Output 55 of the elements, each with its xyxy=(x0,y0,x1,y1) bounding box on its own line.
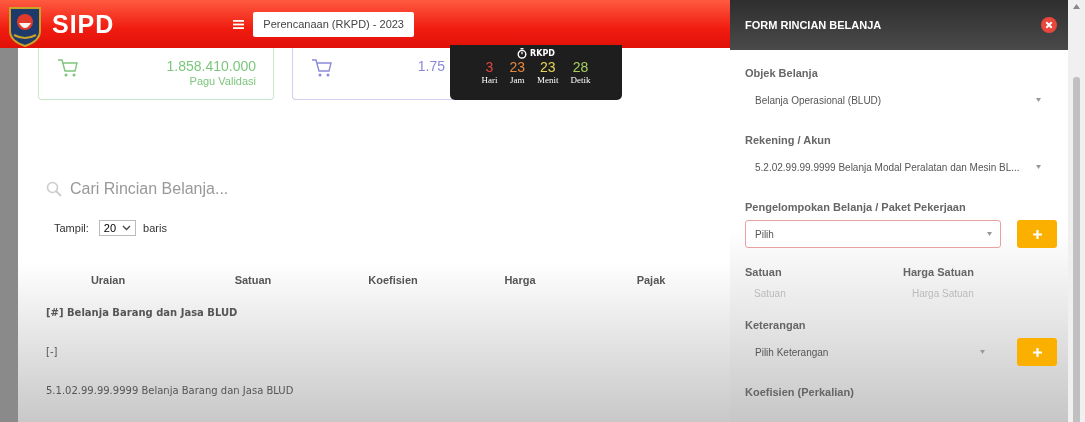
cart-icon xyxy=(311,58,333,78)
countdown-unit: Hari xyxy=(481,75,498,85)
amount: 1.858.410.000 xyxy=(166,58,256,74)
column-header[interactable]: Koefisien xyxy=(328,274,458,286)
table-cell: [-] xyxy=(46,346,58,357)
field-label: Rekening / Akun xyxy=(745,134,832,146)
table-cell: [#] Belanja Barang dan Jasa BLUD xyxy=(46,307,238,318)
caret-icon xyxy=(987,232,992,236)
countdown-value: 23 xyxy=(509,60,526,75)
select-field[interactable]: 5.2.02.99.99.9999 Belanja Modal Peralatan dan Mesin BL... xyxy=(745,153,1050,181)
shield-logo-icon xyxy=(8,5,42,47)
select-field[interactable]: Belanja Operasional (BLUD) xyxy=(745,86,1050,114)
chevron-icon xyxy=(122,225,132,231)
caret-icon xyxy=(1036,98,1041,102)
scrollbar[interactable] xyxy=(1068,0,1085,422)
search-icon xyxy=(46,181,62,197)
plus-icon xyxy=(1032,347,1042,357)
add-button[interactable] xyxy=(1017,220,1057,248)
cart-icon xyxy=(57,58,79,78)
page-size-select[interactable]: 20 xyxy=(98,220,137,236)
caret-icon xyxy=(980,350,985,354)
countdown-title: RKPD xyxy=(530,49,555,58)
select-field[interactable]: Pilih Keterangan xyxy=(745,338,994,366)
countdown-unit: Menit xyxy=(537,75,559,85)
show-label: Tampil: xyxy=(54,222,89,234)
rows-label: baris xyxy=(143,222,167,234)
amount: 1.75 xyxy=(417,58,445,74)
countdown-unit: Jam xyxy=(510,75,525,85)
field-label: Satuan xyxy=(745,266,783,278)
field-label: Koefisien (Perkalian) xyxy=(745,386,855,398)
plus-icon xyxy=(1032,229,1042,239)
countdown-unit: Detik xyxy=(570,75,591,85)
column-header[interactable]: Uraian xyxy=(38,274,178,286)
countdown-value: 28 xyxy=(572,60,589,75)
panel-title: FORM RINCIAN BELANJA xyxy=(745,19,882,31)
field-label: Keterangan xyxy=(745,319,807,331)
menu-icon[interactable] xyxy=(233,19,245,29)
table-cell: 5.1.02.99.99.9999 Belanja Barang dan Jasa BLUD xyxy=(46,385,294,396)
caret-icon xyxy=(1036,165,1041,169)
stopwatch-icon xyxy=(517,48,528,59)
column-header[interactable]: Satuan xyxy=(178,274,328,286)
card-label: Pagu Validasi xyxy=(189,75,256,87)
field-label: Pengelompokan Belanja / Paket Pekerjaan xyxy=(745,201,967,213)
scroll-up-icon[interactable] xyxy=(1073,4,1080,9)
context-dropdown[interactable]: Perencanaan (RKPD) - 2023 xyxy=(253,11,414,37)
field-label: Harga Satuan xyxy=(903,266,975,278)
field-label: Objek Belanja xyxy=(745,67,819,79)
close-icon[interactable] xyxy=(1041,17,1057,33)
app-name: SIPD xyxy=(52,9,115,39)
column-header[interactable]: Pajak xyxy=(582,274,720,286)
countdown-value: 3 xyxy=(485,60,494,75)
column-header[interactable]: Harga xyxy=(458,274,582,286)
countdown-value: 23 xyxy=(540,60,556,75)
search-field[interactable]: Cari Rincian Belanja... xyxy=(46,180,346,198)
select-field[interactable]: Pilih xyxy=(745,220,1001,248)
